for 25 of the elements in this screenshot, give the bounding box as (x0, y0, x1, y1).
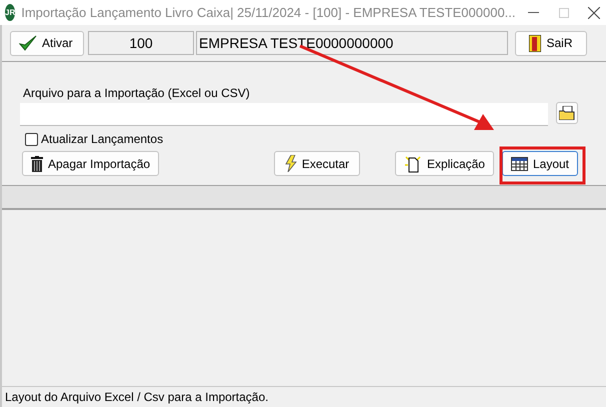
close-icon[interactable] (588, 6, 600, 18)
explain-button[interactable]: Explicação (394, 151, 494, 176)
activate-button[interactable]: Ativar (10, 30, 84, 56)
file-label: Arquivo para a Importação (Excel ou CSV) (23, 86, 250, 100)
document-icon (404, 154, 422, 172)
file-path-field[interactable] (20, 103, 548, 126)
browse-button[interactable] (556, 102, 578, 124)
window-title: Importação Lançamento Livro Caixa| 25/11/2024 - [100] - EMPRESA TESTE000000... (21, 5, 516, 20)
folder-icon (559, 106, 575, 120)
checkmark-icon (19, 35, 37, 51)
layout-button[interactable]: Layout (502, 151, 578, 176)
table-icon (510, 156, 528, 170)
update-checkbox-label: Atualizar Lançamentos (41, 132, 164, 146)
company-code-field: 100 (88, 31, 194, 55)
run-button[interactable]: Executar (274, 151, 360, 176)
door-icon (529, 34, 542, 52)
minimize-icon[interactable] (528, 12, 540, 13)
company-name-field: EMPRESA TESTE0000000000 (196, 31, 508, 55)
exit-button[interactable]: SaiR (515, 30, 587, 56)
status-text: Layout do Arquivo Excel / Csv para a Importação. (5, 390, 268, 404)
delete-button[interactable]: Apagar Importação (22, 151, 160, 176)
lightning-icon (284, 155, 297, 172)
trash-icon (31, 156, 43, 172)
app-logo: JR (5, 4, 16, 21)
update-checkbox[interactable] (25, 132, 38, 146)
